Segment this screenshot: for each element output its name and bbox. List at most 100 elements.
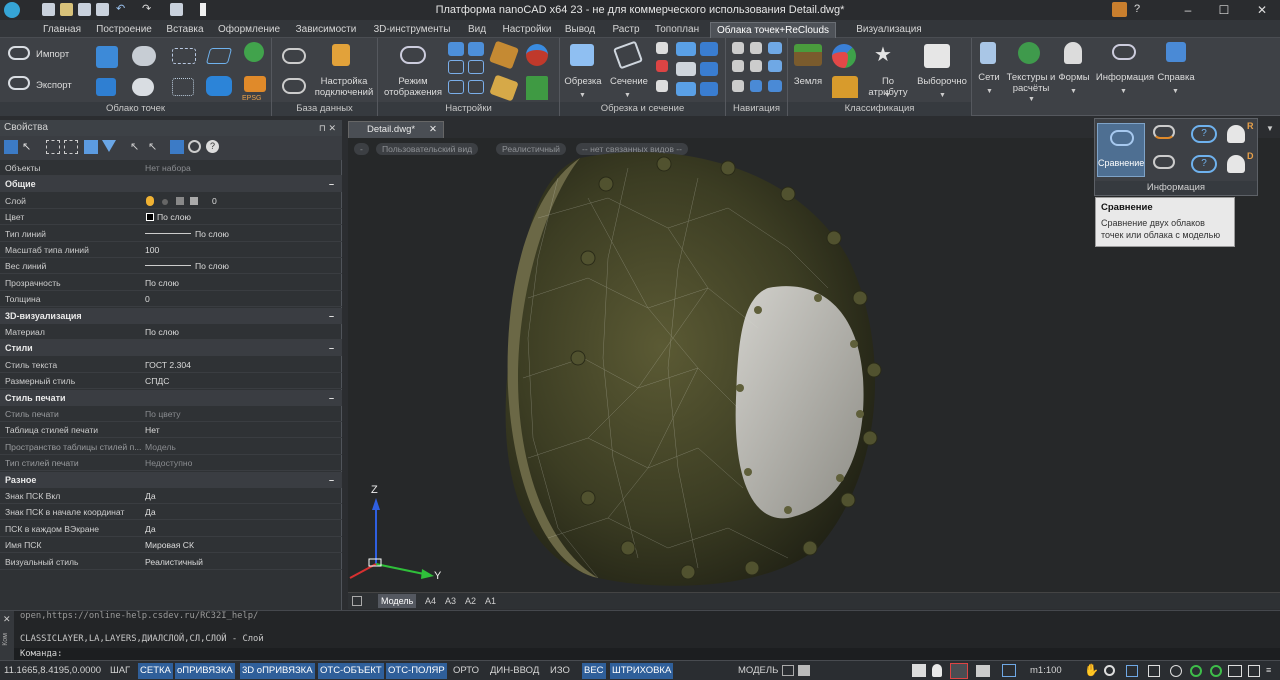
display-mode-icon[interactable] bbox=[400, 46, 426, 64]
status-toggle[interactable]: ВЕС bbox=[582, 663, 606, 679]
nets-dropdown-icon[interactable]: ▼ bbox=[986, 86, 993, 97]
arrows-icon[interactable] bbox=[676, 82, 696, 96]
property-category[interactable]: Общие – bbox=[0, 176, 342, 193]
forms-button[interactable]: Формы bbox=[1056, 72, 1092, 83]
collapse-icon[interactable]: – bbox=[329, 340, 334, 356]
by-attribute-dropdown-icon[interactable]: ▼ bbox=[884, 90, 891, 101]
property-row[interactable]: Прозрачность По слою bbox=[0, 275, 342, 291]
pie-icon[interactable] bbox=[832, 44, 856, 68]
cloud-query-icon[interactable]: ? bbox=[1191, 125, 1217, 143]
ribbon-tab[interactable]: Вывод bbox=[560, 22, 600, 38]
filter-icon[interactable] bbox=[102, 140, 116, 152]
lightbulb-icon[interactable] bbox=[932, 664, 942, 677]
export-button[interactable]: Экспорт bbox=[36, 80, 72, 91]
information-icon[interactable] bbox=[1112, 44, 1136, 60]
nav5-icon[interactable] bbox=[750, 60, 762, 72]
cloud-region-icon[interactable] bbox=[96, 46, 118, 68]
db-cloud2-icon[interactable] bbox=[282, 78, 306, 94]
nets-button[interactable]: Сети bbox=[974, 72, 1004, 83]
ribbon-tab[interactable]: Главная bbox=[38, 22, 86, 38]
view-grid2-icon[interactable] bbox=[468, 42, 484, 56]
database-d-icon[interactable] bbox=[1227, 155, 1245, 173]
property-row[interactable]: Вес линий По слою bbox=[0, 258, 342, 275]
zoom-extents-icon[interactable] bbox=[1148, 665, 1160, 677]
clip-icon[interactable] bbox=[570, 44, 594, 66]
nav4-icon[interactable] bbox=[732, 60, 744, 72]
polygon-icon[interactable] bbox=[205, 48, 233, 64]
status-toggle[interactable]: ОТС-ПОЛЯР bbox=[386, 663, 447, 679]
selective-button[interactable]: Выборочно bbox=[914, 76, 970, 87]
layer-isolate-icon[interactable] bbox=[950, 663, 968, 679]
import-button[interactable]: Импорт bbox=[36, 49, 69, 60]
nav3-icon[interactable] bbox=[768, 42, 782, 54]
grid-view-icon[interactable] bbox=[468, 60, 484, 74]
layout-icon[interactable] bbox=[798, 665, 810, 676]
frame-icon[interactable] bbox=[448, 80, 464, 94]
scale-list-icon[interactable] bbox=[1002, 664, 1016, 677]
nav1-icon[interactable] bbox=[732, 42, 744, 54]
property-category[interactable]: Разное – bbox=[0, 471, 342, 488]
textures-icon[interactable] bbox=[1018, 42, 1040, 64]
properties-selection-row[interactable]: Объекты Нет набора bbox=[0, 160, 342, 176]
cloud-icon[interactable] bbox=[132, 46, 156, 66]
annotation-scale[interactable]: m1:100 bbox=[1028, 663, 1064, 679]
property-row[interactable]: Толщина 0 bbox=[0, 291, 342, 308]
status-toggle[interactable]: 3D оПРИВЯЗКА bbox=[240, 663, 315, 679]
pan-icon[interactable]: ✋ bbox=[1084, 663, 1099, 677]
nav2-icon[interactable] bbox=[750, 42, 762, 54]
window-select-icon[interactable] bbox=[46, 140, 60, 154]
settings-icon[interactable] bbox=[1248, 665, 1260, 677]
cut-white-icon[interactable] bbox=[676, 62, 696, 76]
textures-button[interactable]: Текстуры и расчёты bbox=[1006, 72, 1056, 94]
close-button[interactable]: ✕ bbox=[1244, 0, 1280, 20]
nets-icon[interactable] bbox=[980, 42, 996, 64]
refresh-icon[interactable] bbox=[1190, 665, 1202, 677]
help-book-icon[interactable] bbox=[1166, 42, 1186, 62]
help-ribbon-button[interactable]: Справка bbox=[1156, 72, 1196, 83]
status-menu-icon[interactable]: ≡ bbox=[1266, 665, 1276, 677]
forest-icon[interactable] bbox=[832, 76, 858, 98]
maximize-button[interactable]: ☐ bbox=[1206, 0, 1242, 20]
units-icon[interactable] bbox=[912, 664, 926, 677]
export-icon[interactable] bbox=[8, 76, 30, 90]
view-grid-icon[interactable] bbox=[448, 42, 464, 56]
nav7-icon[interactable] bbox=[732, 80, 744, 92]
ribbon-tab[interactable]: 3D-инструменты bbox=[368, 22, 456, 38]
command-close-icon[interactable]: ✕ bbox=[3, 614, 11, 625]
box-icon[interactable] bbox=[96, 78, 116, 96]
home-icon[interactable] bbox=[448, 60, 464, 74]
selective-dropdown-icon[interactable]: ▼ bbox=[939, 90, 946, 101]
help-button[interactable]: ? bbox=[1134, 3, 1140, 15]
ground-icon[interactable] bbox=[794, 44, 822, 66]
brush-icon[interactable] bbox=[488, 40, 520, 70]
connections-settings-button[interactable]: Настройка подключений bbox=[312, 76, 376, 98]
ribbon-tab[interactable]: Визуализация ReClouds bbox=[838, 22, 940, 50]
property-row[interactable]: Имя ПСК Мировая СК bbox=[0, 537, 342, 554]
import-icon[interactable] bbox=[8, 46, 30, 60]
document-tab-close-icon[interactable]: ✕ bbox=[429, 122, 437, 138]
property-row[interactable]: Тип стилей печати Недоступно bbox=[0, 455, 342, 472]
compare-button[interactable]: Сравнение bbox=[1097, 123, 1145, 177]
clip-small3-icon[interactable] bbox=[656, 80, 668, 92]
window-icon[interactable] bbox=[468, 80, 484, 94]
textures-dropdown-icon[interactable]: ▼ bbox=[1028, 94, 1035, 105]
property-row[interactable]: Стиль текста ГОСТ 2.304 bbox=[0, 357, 342, 373]
property-row[interactable]: Тип линий По слою bbox=[0, 226, 342, 242]
status-toggle[interactable]: ШАГ bbox=[108, 663, 132, 679]
layout-tab[interactable]: A3 bbox=[442, 594, 459, 608]
zoom-window-icon[interactable] bbox=[1126, 665, 1138, 677]
forms-dropdown-icon[interactable]: ▼ bbox=[1070, 86, 1077, 97]
minimize-button[interactable]: – bbox=[1170, 0, 1206, 20]
selective-icon[interactable] bbox=[924, 44, 950, 68]
clip-button[interactable]: Обрезка bbox=[560, 76, 606, 87]
cut-blue-icon[interactable] bbox=[700, 42, 718, 56]
database-r-icon[interactable] bbox=[1227, 125, 1245, 143]
property-row[interactable]: Стиль печати По цвету bbox=[0, 406, 342, 422]
clip-small1-icon[interactable] bbox=[656, 42, 668, 54]
display-mode-button[interactable]: Режим отображения bbox=[380, 76, 446, 98]
collapse-icon[interactable]: – bbox=[329, 390, 334, 406]
cloud-deviation2-icon[interactable] bbox=[1153, 155, 1175, 169]
status-toggle[interactable]: ОТС-ОБЪЕКТ bbox=[318, 663, 384, 679]
select-objects-icon[interactable] bbox=[4, 140, 18, 154]
status-toggle[interactable]: ДИН-ВВОД bbox=[488, 663, 541, 679]
